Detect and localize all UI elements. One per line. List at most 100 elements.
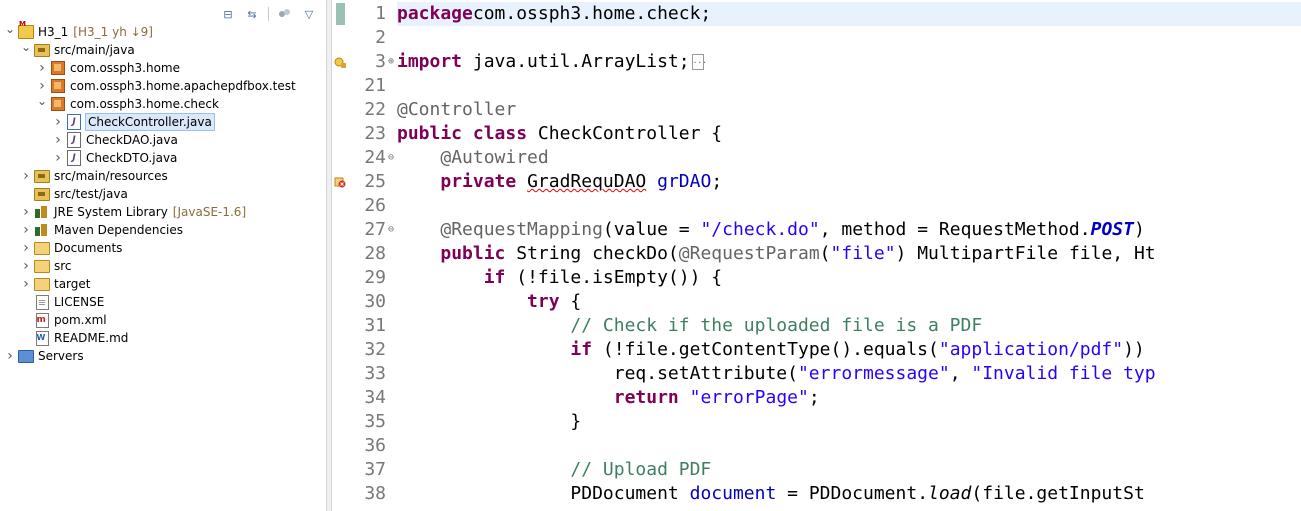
collapsed-imports-box[interactable] [691, 49, 707, 73]
code-line[interactable]: import java.util.ArrayList; [397, 49, 707, 74]
tree-item-label: com.ossph3.home.apachepdfbox.test [70, 79, 296, 93]
tree-item-jre[interactable]: › JRE System Library [JavaSE-1.6] [0, 203, 326, 221]
chevron-right-icon[interactable]: › [36, 78, 48, 94]
tree-item-label: target [54, 277, 91, 291]
tree-item-pkg-home[interactable]: › com.ossph3.home [0, 59, 326, 77]
chevron-right-icon[interactable]: › [20, 168, 32, 184]
chevron-down-icon[interactable]: ⌄ [36, 94, 48, 108]
collapse-all-icon[interactable]: ⊟ [218, 5, 238, 23]
java-file-icon: J [66, 114, 82, 130]
tree-item-documents[interactable]: › Documents [0, 239, 326, 257]
tree-item-src-test-java[interactable]: src/test/java [0, 185, 326, 203]
line-number: 37 [364, 459, 386, 480]
tree-item-src-main-java[interactable]: ⌄ src/main/java [0, 40, 326, 59]
package-icon [50, 79, 66, 93]
code-line[interactable]: PDDocument document = PDDocument.load(fi… [397, 482, 1145, 506]
line-number: 38 [364, 483, 386, 504]
tree-item-file-checkcontroller[interactable]: › J CheckController.java [0, 113, 326, 131]
line-number: 28 [364, 243, 386, 264]
chevron-down-icon[interactable]: ⌄ [20, 40, 32, 54]
code-token: com.ossph3.home.check; [472, 3, 712, 24]
tree-item-src[interactable]: › src [0, 257, 326, 275]
code-line[interactable]: @RequestMapping(value = "/check.do", met… [397, 218, 1144, 242]
line-number: 32 [364, 339, 386, 360]
code-token: (value = [602, 219, 701, 240]
chevron-right-icon[interactable]: › [52, 132, 64, 148]
code-line[interactable]: public String checkDo(@RequestParam("fil… [397, 242, 1155, 266]
tree-item-pom[interactable]: pom.xml [0, 311, 326, 329]
link-with-editor-icon[interactable]: ⇆ [242, 5, 262, 23]
code-line[interactable]: packagecom.ossph3.home.check; [397, 2, 1301, 26]
code-line[interactable]: try { [397, 290, 581, 314]
chevron-right-icon[interactable]: › [20, 222, 32, 238]
code-line[interactable]: private GradRequDAO grDAO; [397, 170, 722, 194]
tree-item-label: JRE System Library [54, 205, 168, 219]
code-token: PDDocument [397, 483, 690, 504]
code-token: return [613, 387, 679, 408]
fold-collapse-icon[interactable]: ⊖ [386, 218, 396, 242]
code-line[interactable]: @Autowired [397, 146, 548, 170]
code-token: "errormessage" [797, 363, 950, 384]
source-folder-icon [34, 187, 50, 201]
library-icon [34, 205, 50, 219]
chevron-right-icon[interactable]: › [52, 114, 64, 130]
tree-item-label: LICENSE [54, 295, 105, 309]
code-line[interactable]: return "errorPage"; [397, 386, 820, 410]
code-token: ; [808, 387, 820, 408]
code-editor[interactable]: 1 2 3 ⊕ 21 22 23 24 ⊖ 25 26 27 ⊖ 28 29 30 31 32 33 34 35 36 37… [332, 0, 1301, 511]
tree-item-src-main-resources[interactable]: › src/main/resources [0, 167, 326, 185]
code-token: try [527, 291, 560, 312]
tree-item-target[interactable]: › target [0, 275, 326, 293]
chevron-right-icon[interactable]: › [4, 348, 16, 364]
project-icon [18, 20, 34, 39]
tree-item-servers[interactable]: › Servers [0, 347, 326, 365]
ruler-current-line-mark [336, 3, 345, 25]
line-number: 24 [364, 147, 386, 168]
code-line[interactable]: if (!file.isEmpty()) { [397, 266, 722, 290]
md-file-icon [34, 330, 50, 346]
code-token: @Controller [397, 99, 517, 120]
chevron-down-icon[interactable]: ⌄ [4, 22, 16, 36]
tree-item-license[interactable]: LICENSE [0, 293, 326, 311]
fold-expand-icon[interactable]: ⊕ [386, 50, 396, 74]
code-line[interactable]: req.setAttribute("errormessage", "Invali… [397, 362, 1156, 386]
code-token: java.util.ArrayList; [462, 51, 690, 72]
code-token: grDAO [657, 171, 712, 192]
chevron-right-icon[interactable]: › [20, 204, 32, 220]
code-token: req.setAttribute( [397, 363, 798, 384]
code-line[interactable]: @Controller [397, 98, 516, 122]
tree-item-pkg-check[interactable]: ⌄ com.ossph3.home.check [0, 94, 326, 113]
xml-file-icon [34, 312, 50, 328]
filter-icon[interactable] [275, 5, 295, 23]
line-number: 36 [364, 435, 386, 456]
code-line[interactable]: // Upload PDF [397, 458, 711, 482]
fold-collapse-icon[interactable]: ⊖ [386, 146, 396, 170]
tree-item-label: pom.xml [54, 313, 107, 327]
code-token: (file.getInputSt [971, 483, 1145, 504]
tree-item-project[interactable]: ⌄ H3_1 [H3_1 yh ↓9] [0, 20, 326, 41]
chevron-right-icon[interactable]: › [20, 276, 32, 292]
code-line[interactable]: public class CheckController { [397, 122, 722, 146]
code-token: "file" [830, 243, 896, 264]
code-line[interactable]: if (!file.getContentType().equals("appli… [397, 338, 1144, 362]
code-line[interactable]: // Check if the uploaded file is a PDF [397, 314, 982, 338]
tree-item-maven[interactable]: › Maven Dependencies [0, 221, 326, 239]
tree-item-file-checkdto[interactable]: › J CheckDTO.java [0, 149, 326, 167]
code-line[interactable]: } [397, 410, 581, 434]
chevron-right-icon[interactable]: › [20, 240, 32, 256]
tree-item-pkg-pdfbox[interactable]: › com.ossph3.home.apachepdfbox.test [0, 77, 326, 95]
chevron-right-icon[interactable]: › [36, 60, 48, 76]
warning-icon[interactable] [334, 56, 346, 68]
tree-item-readme[interactable]: README.md [0, 329, 326, 347]
error-icon[interactable] [334, 176, 346, 188]
chevron-right-icon[interactable]: › [20, 258, 32, 274]
tree-item-file-checkdao[interactable]: › J CheckDAO.java [0, 131, 326, 149]
tree-item-decoration: [H3_1 yh ↓9] [73, 25, 153, 39]
chevron-right-icon[interactable]: › [52, 150, 64, 166]
view-menu-icon[interactable]: ▽ [299, 5, 319, 23]
